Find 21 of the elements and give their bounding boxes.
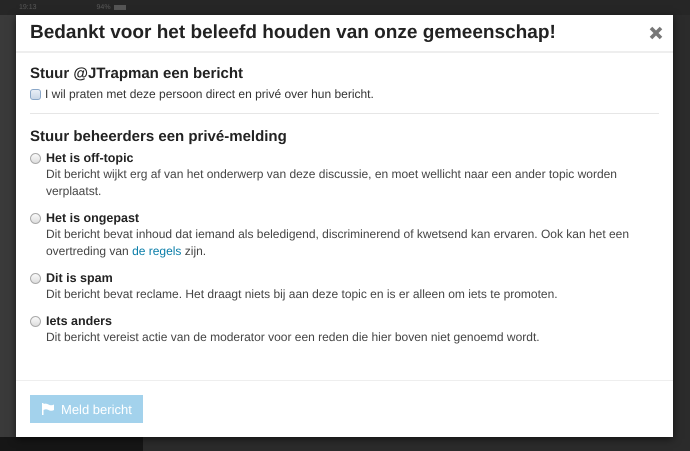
battery-icon [114, 5, 126, 10]
radio-button[interactable] [30, 213, 41, 224]
checkbox[interactable] [30, 88, 41, 100]
option-description: Dit bericht bevat reclame. Het draagt niets bij aan deze topic en is er alleen om iets te promoten. [46, 286, 559, 303]
close-icon[interactable] [649, 26, 663, 40]
option-title: Het is off-topic [46, 150, 134, 166]
dialog-title: Bedankt voor het beleefd houden van onze gemeenschap! [30, 22, 556, 44]
option-title: Dit is spam [46, 270, 114, 286]
rules-link[interactable]: de regels [132, 244, 182, 258]
option-description: Dit bericht wijkt erg af van het onderwerp van deze discussie, en moet wellicht naar een ander topic worden verplaatst. [46, 166, 618, 200]
section-heading: Stuur beheerders een privé-melding [30, 128, 288, 145]
radio-button[interactable] [30, 316, 41, 327]
radio-button[interactable] [30, 153, 41, 164]
option-description: Dit bericht bevat inhoud dat iemand als beledigend, discriminerend of kwetsend kan ervaren. Ook kan het een overtreding van de regels zijn. [46, 226, 630, 260]
section-heading: Stuur @JTrapman een bericht [30, 65, 244, 82]
radio-button[interactable] [30, 273, 41, 284]
flag-icon [41, 403, 55, 415]
option-title: Iets anders [46, 313, 114, 329]
option-description: Dit bericht vereist actie van de moderator voor een reden die hier boven niet genoemd wordt. [46, 329, 541, 346]
checkbox-label: I wil praten met deze persoon direct en privé over hun bericht. [45, 87, 374, 101]
option-title: Het is ongepast [46, 210, 140, 226]
